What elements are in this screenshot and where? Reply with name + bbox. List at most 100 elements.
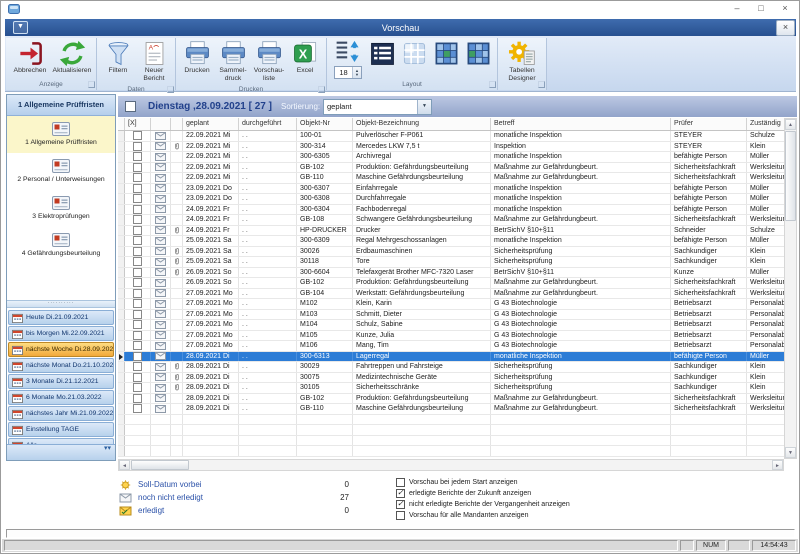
table-row[interactable]: 23.09.2021 Do . . 300-6307 Einfahrregale… bbox=[118, 183, 784, 194]
table-row[interactable]: 22.09.2021 Mi . . 300-6305 Archivregal m… bbox=[118, 152, 784, 163]
list-view-button[interactable] bbox=[366, 39, 398, 68]
table-row[interactable]: 24.09.2021 Fr . . GB-108 Schwangere Gefä… bbox=[118, 215, 784, 226]
sidebar-date-filter[interactable]: bis Morgen Mi.22.09.2021 bbox=[8, 326, 114, 341]
table-row[interactable]: 27.09.2021 Mo . . M105 Kunze, Julia G 43… bbox=[118, 330, 784, 341]
row-checkbox[interactable] bbox=[133, 404, 142, 414]
table-row[interactable] bbox=[118, 446, 784, 457]
table-row[interactable] bbox=[118, 425, 784, 436]
table-row[interactable] bbox=[118, 414, 784, 425]
filtern-button[interactable]: Filtern bbox=[100, 39, 136, 76]
row-checkbox[interactable] bbox=[133, 267, 142, 277]
row-checkbox[interactable] bbox=[133, 372, 142, 382]
table-row[interactable]: 25.09.2021 Sa . . 30118 Tore Sicherheits… bbox=[118, 257, 784, 268]
scroll-up-icon[interactable]: ▲ bbox=[785, 119, 796, 130]
sidebar-date-filter[interactable]: Heute Di.21.09.2021 bbox=[8, 310, 114, 325]
row-checkbox[interactable] bbox=[133, 236, 142, 246]
row-checkbox[interactable] bbox=[133, 173, 142, 183]
row-checkbox[interactable] bbox=[133, 309, 142, 319]
column-header-status[interactable] bbox=[151, 118, 171, 130]
option-checkbox[interactable]: Vorschau bei jedem Start anzeigen bbox=[396, 477, 570, 488]
grid-view-button-1[interactable] bbox=[430, 39, 462, 68]
checkbox[interactable] bbox=[396, 478, 405, 487]
checkbox[interactable] bbox=[396, 488, 405, 498]
sidebar-date-filter[interactable]: 3 Monate Di.21.12.2021 bbox=[8, 374, 114, 389]
horizontal-scroll-thumb[interactable] bbox=[131, 460, 189, 470]
row-checkbox[interactable] bbox=[133, 330, 142, 340]
table-row[interactable]: 26.09.2021 So . . GB-102 Produktion: Gef… bbox=[118, 278, 784, 289]
row-checkbox[interactable] bbox=[133, 288, 142, 298]
table-row[interactable]: 23.09.2021 Do . . 300-6308 Durchfahrrega… bbox=[118, 194, 784, 205]
grid-light-view-button[interactable] bbox=[398, 39, 430, 68]
column-header-checkbox[interactable]: [X] bbox=[125, 118, 151, 130]
sort-dropdown[interactable]: geplant ▼ bbox=[323, 98, 432, 115]
dialog-launcher-icon[interactable] bbox=[88, 81, 95, 88]
sammeldruck-button[interactable]: Sammel-druck bbox=[215, 39, 251, 84]
table-row[interactable]: 26.09.2021 So . . 300-6604 Telefaxgerät … bbox=[118, 267, 784, 278]
table-row[interactable]: 28.09.2021 Di . . GB-110 Maschine Gefähr… bbox=[118, 404, 784, 415]
abbrechen-button[interactable]: Abbrechen bbox=[9, 39, 51, 76]
tabellen-designer-button[interactable]: Tabellen Designer bbox=[501, 39, 543, 84]
table-row[interactable] bbox=[118, 435, 784, 446]
row-checkbox[interactable] bbox=[133, 131, 142, 141]
sidebar-category[interactable]: 3 Elektroprüfungen bbox=[7, 190, 115, 227]
grid-view-button-2[interactable] bbox=[462, 39, 494, 68]
row-checkbox[interactable] bbox=[133, 141, 142, 151]
row-checkbox[interactable] bbox=[133, 204, 142, 214]
option-checkbox[interactable]: Vorschau für alle Mandanten anzeigen bbox=[396, 510, 570, 521]
table-row[interactable]: 27.09.2021 Mo . . M104 Schulz, Sabine G … bbox=[118, 320, 784, 331]
table-row[interactable]: 22.09.2021 Mi . . GB-102 Produktion: Gef… bbox=[118, 162, 784, 173]
sidebar-date-filter[interactable]: nächstes Jahr Mi.21.09.2022 bbox=[8, 406, 114, 421]
row-checkbox[interactable] bbox=[133, 351, 142, 361]
column-header-geplant[interactable]: geplant bbox=[183, 118, 239, 130]
column-header-durchgefuehrt[interactable]: durchgeführt bbox=[239, 118, 297, 130]
row-checkbox[interactable] bbox=[133, 152, 142, 162]
table-row[interactable]: 27.09.2021 Mo . . M102 Klein, Karin G 43… bbox=[118, 299, 784, 310]
dialog-launcher-icon[interactable] bbox=[318, 85, 325, 93]
sidebar-splitter[interactable]: ·········· bbox=[7, 300, 115, 308]
table-row[interactable]: 22.09.2021 Mi . . GB-110 Maschine Gefähr… bbox=[118, 173, 784, 184]
option-checkbox[interactable]: erledigte Berichte der Zukunft anzeigen bbox=[396, 488, 570, 499]
row-checkbox[interactable] bbox=[133, 278, 142, 288]
maximize-button[interactable]: □ bbox=[755, 2, 767, 14]
column-header-pruefer[interactable]: Prüfer bbox=[671, 118, 747, 130]
vertical-scroll-thumb[interactable] bbox=[785, 131, 796, 221]
sidebar-category[interactable]: 1 Allgemeine Prüffristen bbox=[7, 116, 115, 153]
row-checkbox[interactable] bbox=[133, 246, 142, 256]
table-row[interactable]: 25.09.2021 Sa . . 300-6309 Regal Mehrges… bbox=[118, 236, 784, 247]
row-checkbox[interactable] bbox=[133, 183, 142, 193]
row-checkbox[interactable] bbox=[133, 393, 142, 403]
horizontal-scrollbar[interactable]: ◄ ► bbox=[118, 459, 784, 471]
table-row[interactable]: 27.09.2021 Mo . . GB-104 Werkstatt: Gefä… bbox=[118, 288, 784, 299]
minimize-button[interactable]: – bbox=[731, 2, 743, 14]
row-checkbox[interactable] bbox=[133, 362, 142, 372]
row-checkbox[interactable] bbox=[133, 383, 142, 393]
column-header-betreff[interactable]: Betreff bbox=[491, 118, 671, 130]
scroll-right-icon[interactable]: ► bbox=[772, 460, 783, 470]
table-row[interactable]: 24.09.2021 Fr . . 300-6304 Fachbodenrega… bbox=[118, 204, 784, 215]
column-header-zustaendig[interactable]: Zuständig bbox=[747, 118, 784, 130]
neuer-bericht-button[interactable]: A Neuer Bericht bbox=[136, 39, 172, 84]
row-checkbox[interactable] bbox=[133, 215, 142, 225]
chevron-down-icon[interactable]: ▾▾ bbox=[104, 445, 111, 452]
vorschauliste-button[interactable]: Vorschau-liste bbox=[251, 39, 287, 84]
sidebar-category[interactable]: 4 Gefährdungsbeurteilung bbox=[7, 227, 115, 264]
row-checkbox[interactable] bbox=[133, 320, 142, 330]
table-row[interactable]: 28.09.2021 Di . . 30075 Medizintechnisch… bbox=[118, 372, 784, 383]
sidebar-date-filter[interactable]: Einstellung TAGE bbox=[8, 422, 114, 437]
sidebar-date-filter[interactable]: 6 Monate Mo.21.03.2022 bbox=[8, 390, 114, 405]
table-row[interactable]: 27.09.2021 Mo . . M103 Schmitt, Dieter G… bbox=[118, 309, 784, 320]
row-height-control[interactable]: 18 ▲ ▼ bbox=[330, 39, 366, 79]
row-checkbox[interactable] bbox=[133, 194, 142, 204]
dialog-launcher-icon[interactable] bbox=[489, 81, 496, 88]
drucken-button[interactable]: Drucken bbox=[179, 39, 215, 76]
scroll-left-icon[interactable]: ◄ bbox=[119, 460, 130, 470]
sidebar-date-filter[interactable]: nächste Monat Do.21.10.2021 bbox=[8, 358, 114, 373]
sidebar-category[interactable]: 2 Personal / Unterweisungen bbox=[7, 153, 115, 190]
row-checkbox[interactable] bbox=[133, 225, 142, 235]
option-checkbox[interactable]: nicht erledigte Berichte der Vergangenhe… bbox=[396, 499, 570, 510]
table-row[interactable]: 22.09.2021 Mi . . 300-314 Mercedes LKW 7… bbox=[118, 141, 784, 152]
row-checkbox[interactable] bbox=[133, 341, 142, 351]
sidebar-date-filter[interactable]: nächste Woche Di.28.09.2021 bbox=[8, 342, 114, 357]
table-row[interactable]: 22.09.2021 Mi . . 100-01 Pulverlöscher F… bbox=[118, 131, 784, 142]
aktualisieren-button[interactable]: Aktualisieren bbox=[51, 39, 93, 76]
